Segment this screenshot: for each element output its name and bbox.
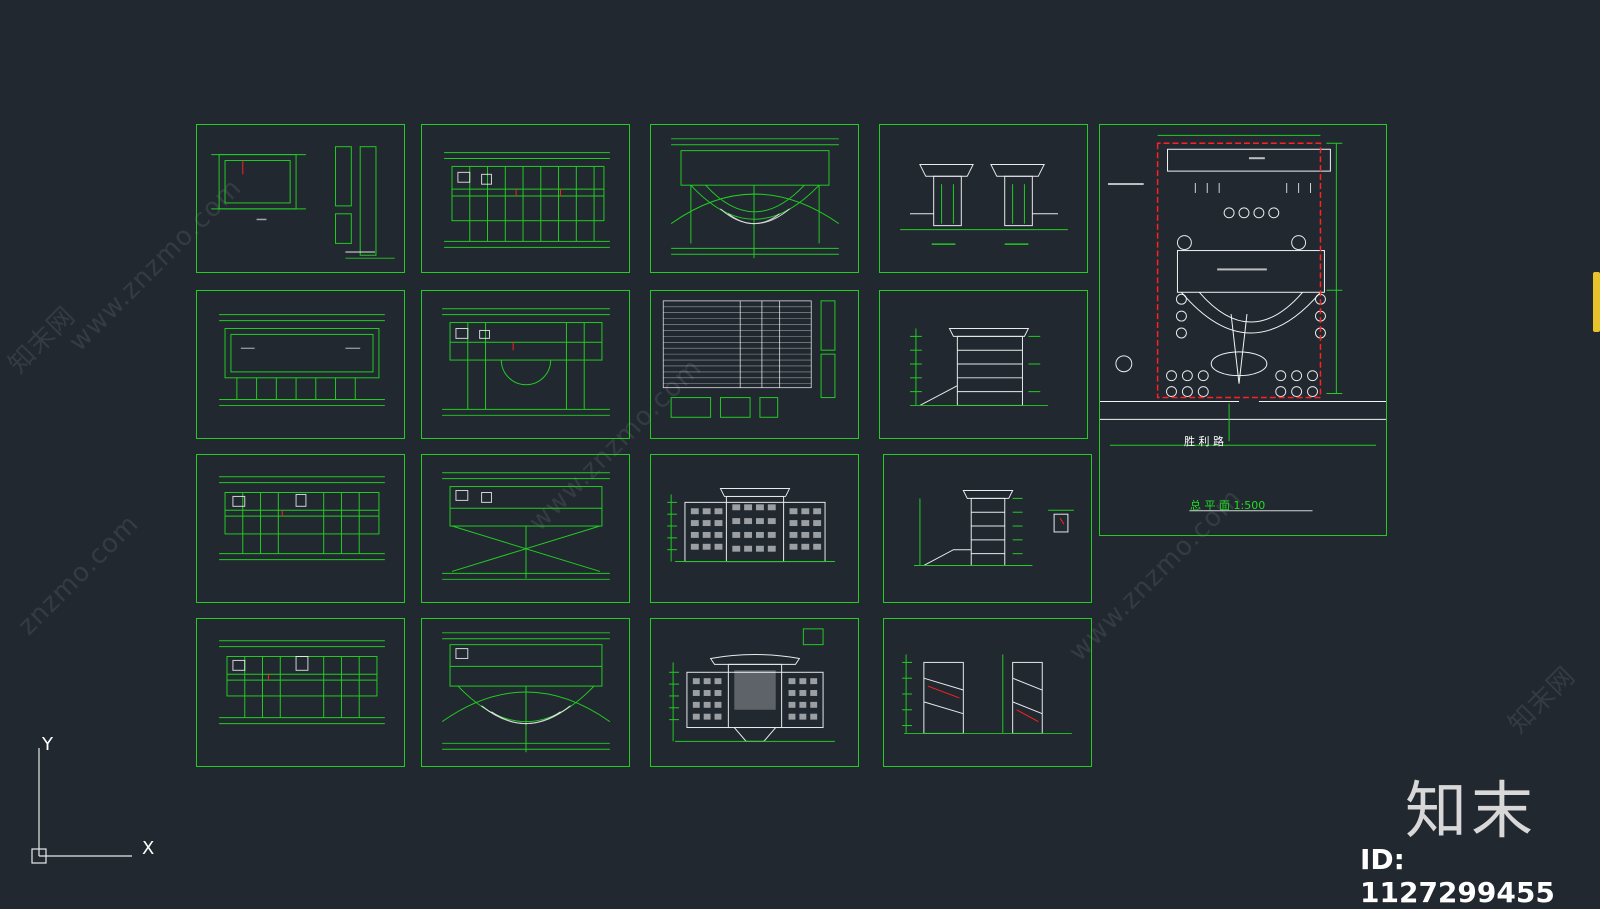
drawing-sheet-1-4[interactable]	[879, 124, 1088, 273]
drawing-sheet-1-3[interactable]	[650, 124, 859, 273]
section-drawing	[910, 327, 1049, 406]
drawing-sheet-2-3[interactable]	[650, 290, 859, 439]
brand-logo: 知末	[1405, 774, 1538, 847]
drawing-sheet-2-4[interactable]	[879, 290, 1088, 439]
floor-plan-semicircle-drawing	[442, 308, 610, 416]
drawing-sheet-4-4[interactable]	[883, 618, 1092, 767]
watermark: znzmo.com	[12, 508, 145, 642]
floor-plan-drawing	[444, 152, 610, 248]
drawing-sheet-3-3[interactable]	[650, 454, 859, 603]
rear-elevation-drawing	[667, 488, 835, 563]
drawing-sheet-3-4[interactable]	[883, 454, 1092, 603]
drawing-sheet-site-plan[interactable]: 胜 利 路 总 平 面 1:500	[1099, 124, 1387, 536]
floor-plan-arc-drawing	[670, 138, 840, 259]
drawing-sheet-2-1[interactable]	[196, 290, 405, 439]
gate-elevations-drawing	[900, 163, 1068, 245]
ucs-y-label: Y	[42, 734, 53, 755]
resource-id: ID: 1127299455	[1360, 843, 1555, 909]
watermark: 知末网	[1503, 661, 1582, 740]
roof-plan-drawing	[219, 314, 385, 406]
ucs-x-label: X	[142, 838, 155, 859]
side-panel-tab[interactable]	[1593, 272, 1600, 332]
drawing-sheet-4-2[interactable]	[421, 618, 630, 767]
site-plan-title: 总 平 面 1:500	[1190, 499, 1266, 512]
site-plan-road-label: 胜 利 路	[1184, 435, 1224, 448]
front-elevation-drawing	[669, 628, 835, 742]
schedule-table-drawing	[662, 300, 836, 418]
drawing-sheet-4-3[interactable]	[650, 618, 859, 767]
stair-sections-drawing	[902, 654, 1072, 734]
watermark: 知末网	[3, 301, 82, 380]
drawing-sheet-2-2[interactable]	[421, 290, 630, 439]
floor-plan-drawing	[219, 476, 385, 561]
cad-model-space[interactable]: www.znzmo.com znzmo.com www.znzmo.com ww…	[0, 0, 1600, 909]
floor-plan-details-drawing	[211, 146, 395, 259]
drawing-sheet-3-2[interactable]	[421, 454, 630, 603]
drawing-sheet-1-1[interactable]	[196, 124, 405, 273]
floor-plan-drawing	[219, 640, 385, 725]
section-detail-drawing	[914, 490, 1074, 566]
drawing-sheet-4-1[interactable]	[196, 618, 405, 767]
floor-plan-arc-drawing	[441, 632, 611, 753]
drawing-sheet-1-2[interactable]	[421, 124, 630, 273]
drawing-sheet-3-1[interactable]	[196, 454, 405, 603]
floor-plan-fan-drawing	[442, 472, 610, 580]
site-plan-drawing	[1100, 134, 1386, 512]
